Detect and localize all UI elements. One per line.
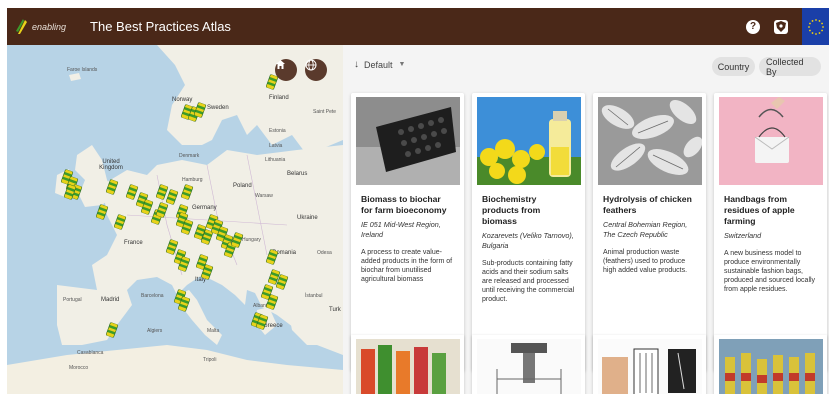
map-label-portugal: Portugal <box>63 297 82 303</box>
shield-icon[interactable] <box>774 19 788 34</box>
sort-label: Default <box>364 59 393 70</box>
map-label-latvia: Latvia <box>269 143 283 149</box>
practice-card[interactable] <box>714 335 827 394</box>
card-location: IE 051 Mid-West Region, Ireland <box>361 220 441 239</box>
map-label-odesa: Odesa <box>317 250 332 256</box>
map-label-barcelona: Barcelona <box>141 293 164 299</box>
practice-card[interactable] <box>593 335 706 394</box>
map-label-algiers: Algiers <box>147 328 163 334</box>
chevron-down-icon: ▼ <box>398 61 406 68</box>
map-label-warsaw: Warsaw <box>255 193 273 199</box>
map-label-hungary: Hungary <box>242 237 261 243</box>
map-label-france: France <box>124 240 143 246</box>
leaf-logo-icon <box>16 18 27 34</box>
card-title: Biochemistry products from biomass <box>482 194 541 226</box>
map-label-morocco: Morocco <box>69 365 89 371</box>
card-description: A new business model to produce environm… <box>724 250 816 293</box>
app-title: The Best Practices Atlas <box>90 19 231 34</box>
card-title: Hydrolysis of chicken feathers <box>603 194 692 215</box>
card-title: Biomass to biochar for farm bioeconomy <box>361 194 447 215</box>
logo-text: enabling <box>32 21 67 32</box>
filter-chip-country[interactable]: Country <box>712 57 755 76</box>
card-location: Kozarevets (Veliko Tarnovo), Bulgaria <box>482 231 574 250</box>
app-header: enabling The Best Practices Atlas ? <box>7 8 829 45</box>
map-label-norway: Norway <box>172 97 193 103</box>
map-label-belarus: Belarus <box>287 171 308 177</box>
map-label-finland: Finland <box>269 95 289 101</box>
map-label-sweden: Sweden <box>207 105 229 111</box>
practice-card[interactable] <box>351 335 464 394</box>
eu-flag-icon <box>802 8 829 45</box>
map-label-faroe: Faroe Islands <box>67 67 98 73</box>
help-icon[interactable]: ? <box>746 19 760 34</box>
card-image-biochar <box>355 97 460 185</box>
card-description: A process to create value-added products… <box>361 249 453 283</box>
header-actions: ? <box>746 8 829 45</box>
map-view[interactable]: Faroe Islands Norway Sweden Finland Sain… <box>7 45 343 394</box>
card-image-diagram <box>597 339 702 394</box>
practice-card[interactable]: Biochemistry products from biomass Kozar… <box>472 93 585 371</box>
card-image-vegetables <box>355 339 460 394</box>
card-image-handbag <box>718 97 823 185</box>
practice-card[interactable]: Hydrolysis of chicken feathers Central B… <box>593 93 706 371</box>
map-label-lithuania: Lithuania <box>265 157 286 163</box>
card-description: Animal production waste (feathers) used … <box>603 249 688 274</box>
map-label-saint-petersburg: Saint Pete <box>313 109 337 115</box>
map-label-tripoli: Tripoli <box>203 357 217 363</box>
map-label-ukraine: Ukraine <box>297 215 318 221</box>
filter-chip-collected-by[interactable]: Collected By <box>759 57 821 77</box>
sort-arrow-icon: ↓ <box>354 59 359 70</box>
sort-dropdown[interactable]: ↓ Default ▼ <box>354 59 405 70</box>
map-label-estonia: Estonia <box>269 128 286 134</box>
map-label-casablanca: Casablanca <box>77 350 104 356</box>
map-label-malta: Malta <box>207 328 220 334</box>
practice-card[interactable]: Handbags from residues of apple farming … <box>714 93 827 371</box>
enabling-logo[interactable]: enabling <box>15 18 67 35</box>
card-image-feathers <box>597 97 702 185</box>
results-panel: ↓ Default ▼ Country Collected By Biomass… <box>343 45 829 394</box>
card-description: Sub-products containing fatty acids and … <box>482 260 575 303</box>
card-location: Central Bohemian Region, The Czech Repub… <box>603 220 688 239</box>
map-label-turkey: Turk <box>329 307 341 313</box>
map-label-madrid: Madrid <box>101 297 120 303</box>
map-label-poland: Poland <box>233 183 252 189</box>
map-label-istanbul: İstanbul <box>305 293 323 299</box>
map-label-hamburg: Hamburg <box>182 177 203 183</box>
card-image-bottles <box>718 339 823 394</box>
map-label-united-kingdom: United Kingdom <box>99 159 123 171</box>
card-image-biochemistry <box>476 97 581 185</box>
card-title: Handbags from residues of apple farming <box>724 194 795 226</box>
globe-icon[interactable] <box>305 59 327 81</box>
card-location: Switzerland <box>724 231 762 240</box>
practice-card[interactable] <box>472 335 585 394</box>
card-image-machine <box>476 339 581 394</box>
map-label-germany: Germany <box>192 205 217 211</box>
practice-card[interactable]: Biomass to biochar for farm bioeconomy I… <box>351 93 464 371</box>
map-label-denmark: Denmark <box>179 153 200 159</box>
